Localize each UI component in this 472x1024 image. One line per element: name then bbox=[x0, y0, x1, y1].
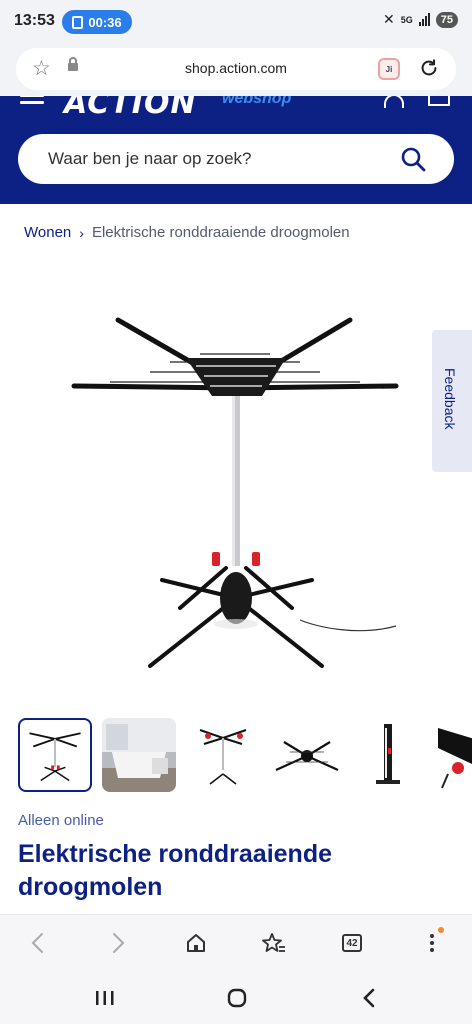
feedback-label: Feedback bbox=[442, 368, 458, 430]
forward-icon[interactable] bbox=[102, 927, 134, 959]
home-circle-icon[interactable] bbox=[222, 984, 252, 1012]
account-icon[interactable] bbox=[384, 96, 404, 108]
tab-count: 42 bbox=[342, 934, 362, 952]
search-placeholder: Waar ben je naar op zoek? bbox=[48, 149, 252, 168]
cart-icon[interactable] bbox=[428, 96, 450, 106]
thumbnail-1[interactable] bbox=[18, 718, 92, 792]
timer-icon bbox=[72, 15, 84, 29]
bookmark-star-icon[interactable] bbox=[258, 927, 290, 959]
home-icon[interactable] bbox=[180, 927, 212, 959]
search-input[interactable]: Waar ben je naar op zoek? bbox=[18, 134, 454, 184]
signal-icon bbox=[418, 13, 430, 26]
status-indicators: ✕ 5G 75 bbox=[383, 11, 458, 28]
network-type: 5G bbox=[400, 14, 413, 25]
product-title: Elektrische ronddraaiende droogmolen bbox=[18, 840, 333, 901]
reload-icon[interactable] bbox=[418, 57, 440, 79]
webshop-label: webshop bbox=[222, 96, 292, 107]
thumbnail-6[interactable] bbox=[438, 718, 472, 792]
availability-label: Alleen online bbox=[18, 812, 104, 829]
browser-url-bar: ☆ shop.action.com Ji bbox=[0, 44, 472, 96]
back-chevron-icon[interactable] bbox=[354, 984, 384, 1012]
thumbnail-5[interactable] bbox=[354, 718, 428, 792]
breadcrumb: Wonen › Elektrische ronddraaiende droogm… bbox=[24, 224, 350, 241]
breadcrumb-current: Elektrische ronddraaiende droogmolen bbox=[91, 224, 350, 241]
search-icon[interactable] bbox=[400, 146, 426, 172]
address-field[interactable]: ☆ shop.action.com Ji bbox=[16, 48, 456, 90]
system-nav-bar bbox=[0, 972, 472, 1024]
action-logo[interactable]: ACTION bbox=[64, 96, 197, 121]
battery-level: 75 bbox=[435, 11, 458, 28]
back-icon[interactable] bbox=[22, 927, 54, 959]
breadcrumb-separator: › bbox=[79, 224, 84, 241]
status-time: 13:53 bbox=[14, 12, 55, 29]
mute-icon: ✕ bbox=[383, 11, 395, 27]
more-icon[interactable] bbox=[416, 927, 448, 959]
hamburger-menu-icon[interactable] bbox=[20, 96, 44, 104]
timer-badge[interactable]: 00:36 bbox=[62, 10, 132, 34]
status-bar: 13:53 00:36 ✕ 5G 75 bbox=[0, 0, 472, 44]
thumbnail-2[interactable] bbox=[102, 718, 176, 792]
timer-text: 00:36 bbox=[88, 14, 122, 30]
thumbnail-3[interactable] bbox=[186, 718, 260, 792]
product-image[interactable] bbox=[0, 268, 472, 708]
extension-icon[interactable]: Ji bbox=[378, 58, 400, 80]
breadcrumb-home-link[interactable]: Wonen bbox=[24, 224, 71, 241]
recents-icon[interactable] bbox=[90, 984, 120, 1012]
notification-dot bbox=[438, 927, 444, 933]
feedback-tab[interactable]: Feedback bbox=[432, 330, 472, 472]
tabs-icon[interactable]: 42 bbox=[336, 927, 368, 959]
browser-toolbar: 42 bbox=[0, 914, 472, 972]
thumbnail-4[interactable] bbox=[270, 718, 344, 792]
site-header: ACTION webshop Waar ben je naar op zoek? bbox=[0, 96, 472, 204]
thumbnail-strip bbox=[18, 718, 472, 792]
